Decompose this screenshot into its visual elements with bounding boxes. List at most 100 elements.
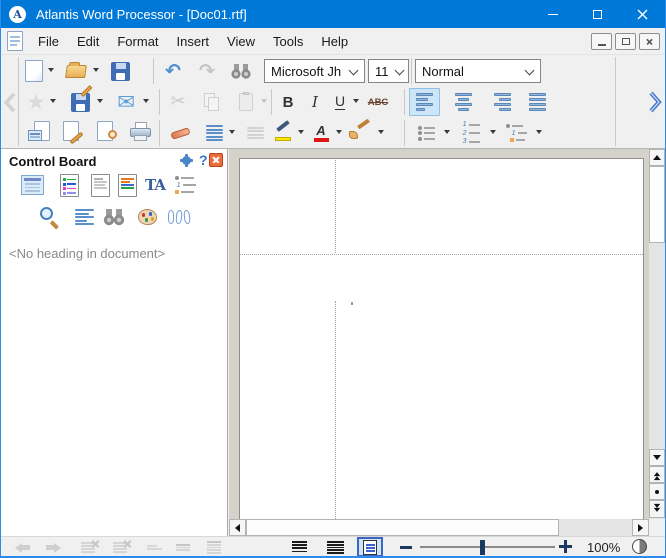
scroll-right-button[interactable] (632, 519, 649, 536)
zoom-slider-track[interactable] (420, 546, 555, 548)
undo-button[interactable]: ↶ (159, 58, 187, 84)
forward-button[interactable] (41, 540, 71, 555)
highlight-button[interactable] (271, 118, 297, 144)
email-button[interactable]: ✉ (111, 89, 141, 115)
doc-restore-button[interactable] (615, 33, 636, 50)
open-dropdown[interactable] (93, 68, 99, 75)
minimize-button[interactable] (530, 0, 575, 28)
underline-dropdown[interactable] (353, 99, 359, 106)
menu-help[interactable]: Help (312, 33, 357, 50)
new-document-dropdown[interactable] (48, 68, 54, 75)
email-dropdown[interactable] (143, 99, 149, 106)
menu-file[interactable]: File (29, 33, 68, 50)
headings-tab-button[interactable] (17, 170, 47, 200)
format-painter-button[interactable] (343, 118, 375, 144)
bullet-list-dropdown[interactable] (444, 130, 450, 137)
menu-format[interactable]: Format (108, 33, 167, 50)
delete-content-button[interactable] (109, 540, 135, 555)
select-browse-object-button[interactable] (649, 483, 665, 500)
find-tool-button[interactable] (99, 202, 129, 232)
menu-edit[interactable]: Edit (68, 33, 108, 50)
zoom-out-button[interactable] (400, 546, 412, 549)
doc-minimize-button[interactable] (591, 33, 612, 50)
bullet-list-button[interactable] (410, 120, 442, 146)
colors-tool-button[interactable] (132, 202, 162, 232)
format-painter-dropdown[interactable] (378, 130, 384, 137)
numbered-list-button[interactable]: 1 2 3 (453, 120, 487, 146)
save-button[interactable] (105, 58, 135, 84)
previous-page-button[interactable] (649, 466, 665, 483)
vertical-scroll-thumb[interactable] (649, 166, 665, 243)
multilevel-list-dropdown[interactable] (536, 130, 542, 137)
new-document-button[interactable] (21, 58, 47, 84)
expand-headings-button[interactable] (201, 540, 227, 555)
move-heading-button[interactable] (141, 540, 167, 555)
font-color-button[interactable]: A (307, 120, 335, 146)
align-right-button[interactable] (487, 89, 518, 115)
horizontal-scroll-thumb[interactable] (246, 519, 559, 536)
title-bar[interactable]: A Atlantis Word Processor - [Doc01.rtf] (1, 0, 665, 28)
font-size-combobox[interactable]: 11 (368, 59, 409, 83)
sections-tab-button[interactable] (85, 170, 115, 200)
paste-button[interactable] (232, 89, 260, 115)
save-special-button[interactable] (65, 89, 95, 115)
favorites-dropdown[interactable] (50, 99, 56, 106)
scroll-left-button[interactable] (229, 519, 246, 536)
collapse-headings-button[interactable] (170, 540, 196, 555)
web-view-button[interactable] (327, 540, 344, 555)
document-page[interactable] (239, 158, 644, 519)
page-setup-button[interactable] (59, 119, 87, 145)
zoom-slider-thumb[interactable] (480, 540, 485, 555)
help-icon[interactable]: ? (199, 152, 208, 168)
back-button[interactable] (5, 540, 35, 555)
align-left-button[interactable] (409, 88, 440, 116)
print-layout-view-button[interactable] (357, 537, 383, 557)
control-board-close-button[interactable] (209, 153, 223, 167)
attachments-tool-button[interactable] (164, 202, 194, 232)
zoom-tool-button[interactable] (35, 202, 65, 232)
menu-view[interactable]: View (218, 33, 264, 50)
save-special-dropdown[interactable] (97, 99, 103, 106)
numbered-list-dropdown[interactable] (490, 130, 496, 137)
doc-close-button[interactable] (639, 33, 660, 50)
menu-tools[interactable]: Tools (264, 33, 312, 50)
maximize-button[interactable] (575, 0, 620, 28)
highlight-dropdown[interactable] (298, 130, 304, 137)
toolbar-scroll-left-button[interactable] (3, 92, 17, 118)
bookmarks-tab-button[interactable] (112, 170, 142, 200)
print-preview-button[interactable] (93, 119, 121, 145)
gear-icon[interactable] (182, 156, 191, 165)
bold-button[interactable]: B (275, 89, 301, 115)
style-combobox[interactable]: Normal (415, 59, 541, 83)
open-button[interactable] (61, 58, 91, 84)
multilevel-list-button[interactable]: 1 (499, 120, 533, 146)
strikethrough-button[interactable]: ABC (361, 89, 395, 115)
paragraph-tool-button[interactable] (69, 202, 99, 232)
align-center-button[interactable] (448, 89, 479, 115)
outline-tab-button[interactable]: 1 (170, 170, 200, 200)
close-button[interactable] (620, 0, 665, 28)
full-screen-toggle-icon[interactable] (632, 539, 647, 554)
font-color-dropdown[interactable] (336, 130, 342, 137)
delete-heading-button[interactable] (77, 540, 103, 555)
eraser-button[interactable] (165, 120, 195, 146)
scroll-down-button[interactable] (649, 449, 665, 466)
copy-button[interactable] (198, 89, 226, 115)
favorites-button[interactable]: ★ (23, 89, 49, 115)
underline-button[interactable]: U (328, 89, 352, 115)
redo-button[interactable]: ↷ (193, 58, 221, 84)
scroll-up-button[interactable] (649, 149, 665, 166)
line-spacing-dropdown[interactable] (229, 130, 235, 137)
zoom-in-button[interactable] (559, 540, 572, 553)
justify-button[interactable] (522, 89, 553, 115)
document-canvas[interactable] (229, 149, 649, 519)
cut-button[interactable]: ✂ (164, 89, 192, 115)
toolbar-scroll-right-button[interactable] (647, 91, 663, 118)
address-book-button[interactable] (25, 119, 53, 145)
font-name-combobox[interactable]: Microsoft Jh (264, 59, 365, 83)
formatting-marks-button[interactable] (241, 120, 269, 146)
print-button[interactable] (127, 119, 155, 145)
italic-button[interactable]: I (302, 89, 328, 115)
fonts-tab-button[interactable]: TA (140, 170, 170, 200)
find-button[interactable] (227, 58, 255, 84)
